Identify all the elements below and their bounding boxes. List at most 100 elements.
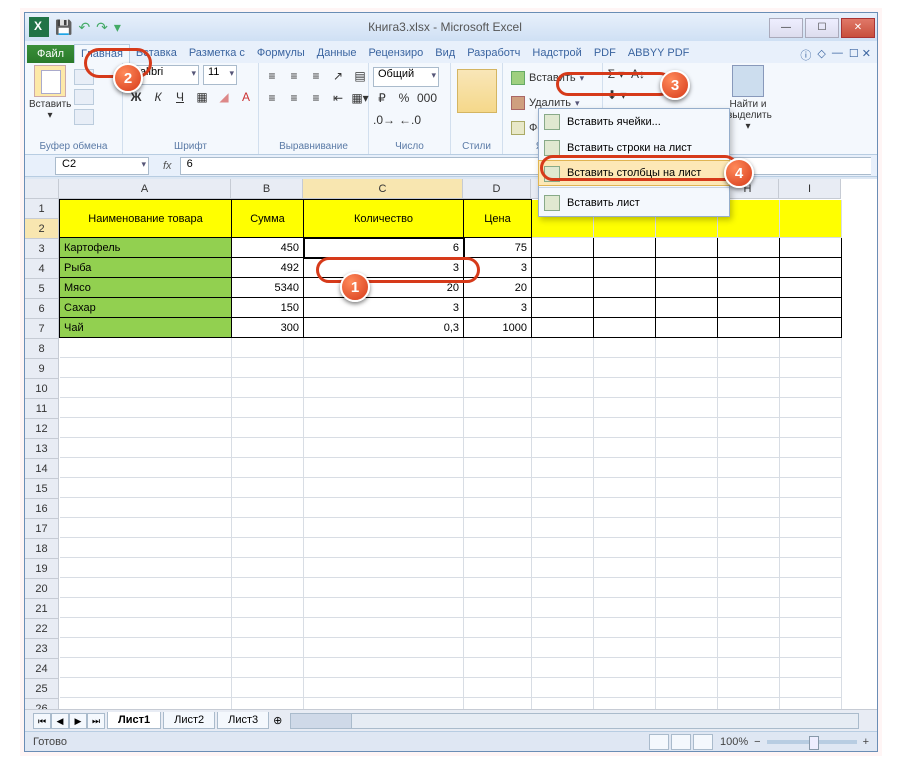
file-tab[interactable]: Файл [27,45,74,63]
tab-надстрой[interactable]: Надстрой [526,44,587,63]
zoom-level[interactable]: 100% [720,736,748,748]
cell[interactable] [532,478,594,498]
cell[interactable] [718,658,780,678]
merge-button[interactable]: ▦▾ [351,91,369,109]
worksheet-grid[interactable]: ABCDEFGHI 123456789101112131415161718192… [25,179,877,709]
cell[interactable] [304,378,464,398]
cell[interactable] [656,398,718,418]
cell[interactable] [60,418,232,438]
cell[interactable] [60,658,232,678]
cell[interactable] [718,338,780,358]
workbook-close-icon[interactable]: ☐ ✕ [849,47,871,63]
underline-button[interactable]: Ч [171,90,189,108]
cell[interactable] [532,658,594,678]
cell[interactable] [656,258,718,278]
cell[interactable] [304,658,464,678]
view-normal-icon[interactable] [649,734,669,750]
cell[interactable] [594,458,656,478]
close-button[interactable]: ✕ [841,18,875,38]
cell[interactable] [656,298,718,318]
cell-styles-button[interactable] [457,69,497,113]
view-pagebreak-icon[interactable] [693,734,713,750]
cell[interactable] [594,558,656,578]
ribbon-restore-icon[interactable]: — [832,47,843,63]
insert-cells-button[interactable]: Вставить [507,67,588,89]
cell[interactable] [656,658,718,678]
cell[interactable] [718,258,780,278]
row-header-2[interactable]: 2 [25,219,59,239]
cell[interactable] [532,578,594,598]
cell[interactable] [532,378,594,398]
cell[interactable] [304,478,464,498]
cell[interactable] [594,298,656,318]
cell[interactable]: Сахар [60,298,232,318]
cell[interactable] [60,538,232,558]
cell[interactable] [532,258,594,278]
tab-вид[interactable]: Вид [429,44,461,63]
cell[interactable] [464,538,532,558]
cell[interactable]: 0,3 [304,318,464,338]
cell[interactable] [464,478,532,498]
cell[interactable] [780,578,842,598]
row-header-9[interactable]: 9 [25,359,59,379]
cell[interactable] [656,438,718,458]
cell[interactable] [532,298,594,318]
row-header-15[interactable]: 15 [25,479,59,499]
cell[interactable] [232,358,304,378]
view-layout-icon[interactable] [671,734,691,750]
menu-insert-rows[interactable]: Вставить строки на лист [539,135,729,161]
font-size-combo[interactable]: 11 [203,65,237,85]
cell[interactable] [532,598,594,618]
cell[interactable] [532,438,594,458]
format-painter-icon[interactable] [74,109,94,125]
sort-icon[interactable]: A↓ [629,67,647,85]
row-header-20[interactable]: 20 [25,579,59,599]
cell[interactable] [304,698,464,710]
row-header-14[interactable]: 14 [25,459,59,479]
cell[interactable] [464,698,532,710]
cell[interactable] [232,558,304,578]
cell[interactable] [594,318,656,338]
save-icon[interactable]: 💾 [55,19,72,36]
align-bottom-icon[interactable]: ≡ [307,69,325,87]
cell[interactable]: Количество [304,200,464,238]
cell[interactable] [532,518,594,538]
cell[interactable] [718,518,780,538]
fx-icon[interactable]: fx [163,160,172,172]
cell[interactable] [304,358,464,378]
cell[interactable] [594,438,656,458]
cell[interactable] [656,238,718,258]
cell[interactable] [464,378,532,398]
cell[interactable] [780,458,842,478]
cell[interactable] [656,418,718,438]
cell[interactable] [594,618,656,638]
cell[interactable] [464,338,532,358]
cell[interactable] [232,578,304,598]
cell[interactable] [718,358,780,378]
cell[interactable] [780,598,842,618]
cell[interactable] [464,398,532,418]
cell[interactable]: Чай [60,318,232,338]
cell[interactable] [656,558,718,578]
col-header-B[interactable]: B [231,179,303,199]
cell[interactable] [232,518,304,538]
cell[interactable] [464,678,532,698]
row-header-7[interactable]: 7 [25,319,59,339]
col-header-A[interactable]: A [59,179,231,199]
cell[interactable] [594,378,656,398]
cell[interactable] [532,398,594,418]
cell[interactable]: 3 [464,298,532,318]
cell[interactable] [60,438,232,458]
cell[interactable] [718,478,780,498]
cell[interactable] [780,478,842,498]
cell[interactable] [464,518,532,538]
cell[interactable] [656,318,718,338]
cell[interactable] [532,238,594,258]
cell[interactable] [304,398,464,418]
cell[interactable] [656,338,718,358]
cell[interactable] [232,598,304,618]
zoom-out-icon[interactable]: − [754,736,760,748]
cell[interactable] [464,638,532,658]
cell[interactable] [594,538,656,558]
cell[interactable] [780,538,842,558]
